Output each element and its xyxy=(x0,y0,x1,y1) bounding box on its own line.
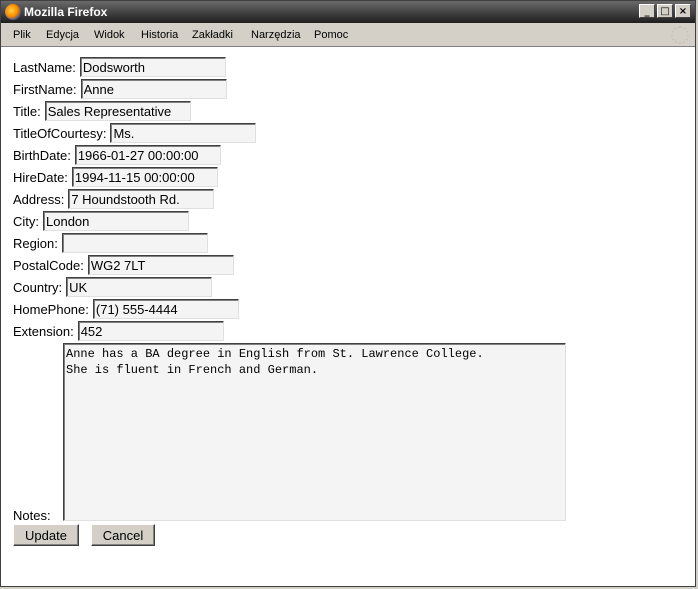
title-bar: Mozilla Firefox _ □ × xyxy=(1,1,695,23)
birth-date-input[interactable] xyxy=(74,145,221,165)
home-phone-input[interactable] xyxy=(92,299,239,319)
update-button[interactable]: Update xyxy=(13,524,79,546)
region-input[interactable] xyxy=(61,233,208,253)
menu-edycja[interactable]: Edycja xyxy=(46,29,79,41)
menu-pomoc[interactable]: Pomoc xyxy=(314,29,348,41)
menu-narzedzia[interactable]: Narzędzia xyxy=(251,29,301,41)
field-title: Title: xyxy=(13,101,191,121)
last-name-input[interactable] xyxy=(79,57,226,77)
city-label: City: xyxy=(13,213,39,229)
postal-code-input[interactable] xyxy=(87,255,234,275)
menu-widok[interactable]: Widok xyxy=(94,29,125,41)
maximize-icon[interactable]: □ xyxy=(657,4,673,18)
extension-input[interactable] xyxy=(77,321,224,341)
title-of-courtesy-input[interactable] xyxy=(110,123,257,143)
country-label: Country: xyxy=(13,279,63,295)
menu-zakladki[interactable]: Zakładki xyxy=(192,29,233,41)
home-phone-label: HomePhone: xyxy=(13,301,89,317)
title-label: Title: xyxy=(13,103,41,119)
menu-bar: Plik Edycja Widok Historia Zakładki Narz… xyxy=(1,23,695,47)
close-icon[interactable]: × xyxy=(675,4,691,18)
field-home-phone: HomePhone: xyxy=(13,299,239,319)
country-input[interactable] xyxy=(66,277,213,297)
title-of-courtesy-label: TitleOfCourtesy: xyxy=(13,125,107,141)
hire-date-label: HireDate: xyxy=(13,169,68,185)
field-postal-code: PostalCode: xyxy=(13,255,234,275)
minimize-icon[interactable]: _ xyxy=(639,4,655,18)
title-input[interactable] xyxy=(44,101,191,121)
address-input[interactable] xyxy=(68,189,215,209)
field-region: Region: xyxy=(13,233,208,253)
firefox-icon xyxy=(5,4,21,20)
cancel-button[interactable]: Cancel xyxy=(91,524,155,546)
city-input[interactable] xyxy=(43,211,189,231)
menu-plik[interactable]: Plik xyxy=(13,29,31,41)
hire-date-input[interactable] xyxy=(71,167,218,187)
menu-historia[interactable]: Historia xyxy=(141,29,178,41)
address-label: Address: xyxy=(13,191,65,207)
browser-window: Mozilla Firefox _ □ × Plik Edycja Widok … xyxy=(0,0,696,587)
field-title-of-courtesy: TitleOfCourtesy: xyxy=(13,123,257,143)
field-birth-date: BirthDate: xyxy=(13,145,221,165)
first-name-input[interactable] xyxy=(80,79,227,99)
field-last-name: LastName: xyxy=(13,57,226,77)
page-content: LastName: FirstName: Title: TitleOfCourt… xyxy=(1,47,695,586)
field-country: Country: xyxy=(13,277,213,297)
field-first-name: FirstName: xyxy=(13,79,227,99)
throbber-icon xyxy=(671,26,689,44)
last-name-label: LastName: xyxy=(13,59,76,75)
extension-label: Extension: xyxy=(13,323,74,339)
notes-textarea[interactable]: Anne has a BA degree in English from St.… xyxy=(63,343,566,521)
field-extension: Extension: xyxy=(13,321,224,341)
birth-date-label: BirthDate: xyxy=(13,147,71,163)
postal-code-label: PostalCode: xyxy=(13,257,84,273)
field-hire-date: HireDate: xyxy=(13,167,218,187)
window-controls: _ □ × xyxy=(639,4,691,18)
region-label: Region: xyxy=(13,235,58,251)
field-address: Address: xyxy=(13,189,215,209)
window-title: Mozilla Firefox xyxy=(24,5,108,19)
first-name-label: FirstName: xyxy=(13,81,77,97)
notes-label: Notes: xyxy=(13,508,51,523)
field-city: City: xyxy=(13,211,189,231)
